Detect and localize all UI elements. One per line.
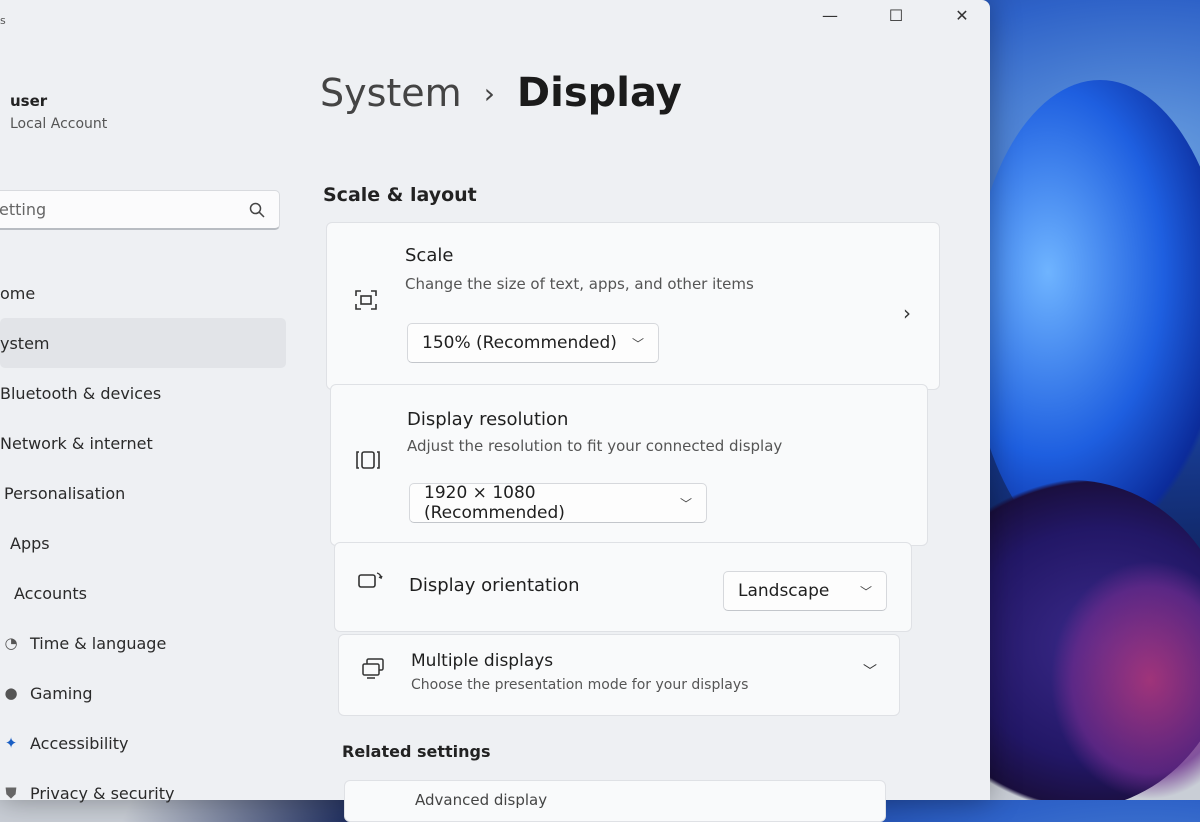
scale-icon [355, 290, 377, 310]
advanced-display-card[interactable]: Advanced display [344, 780, 886, 822]
section-title-scale-layout: Scale & layout [323, 184, 477, 206]
user-profile[interactable]: user Local Account [10, 92, 107, 132]
scale-card[interactable]: Scale Change the size of text, apps, and… [326, 222, 940, 390]
orientation-dropdown[interactable]: Landscape ﹀ [723, 571, 887, 611]
multiple-displays-icon [362, 658, 384, 679]
maximize-button[interactable]: ☐ [886, 6, 906, 25]
clock-icon: ◔ [4, 634, 18, 652]
close-button[interactable]: ✕ [952, 6, 972, 25]
chevron-right-icon: › [903, 301, 911, 325]
sidebar-item-label: Time & language [30, 633, 167, 653]
sidebar-item-bluetooth[interactable]: Bluetooth & devices [0, 368, 300, 418]
sidebar-item-home[interactable]: ome [0, 268, 300, 318]
scale-description: Change the size of text, apps, and other… [405, 275, 754, 293]
gamepad-icon: ● [4, 684, 18, 702]
sidebar-item-label: ystem [0, 333, 50, 353]
sidebar-item-time-language[interactable]: ◔ Time & language [0, 618, 300, 668]
scale-title: Scale [405, 245, 454, 266]
sidebar-item-label: Bluetooth & devices [0, 383, 162, 403]
account-type: Local Account [10, 116, 108, 132]
sidebar-item-accessibility[interactable]: ✦ Accessibility [0, 718, 300, 768]
multiple-displays-card[interactable]: Multiple displays Choose the presentatio… [338, 634, 900, 716]
sidebar-item-label: Personalisation [4, 483, 126, 503]
accessibility-icon: ✦ [4, 734, 18, 752]
sidebar-item-gaming[interactable]: ● Gaming [0, 668, 300, 718]
search-placeholder: etting [0, 200, 47, 219]
page-title: Display [516, 70, 682, 116]
chevron-down-icon: ﹀ [631, 336, 644, 351]
sidebar-item-apps[interactable]: Apps [0, 518, 300, 568]
window-controls: — ☐ ✕ [820, 6, 972, 25]
scale-value: 150% (Recommended) [422, 333, 617, 353]
multiple-displays-description: Choose the presentation mode for your di… [411, 677, 749, 693]
user-name: user [10, 92, 48, 110]
orientation-title: Display orientation [409, 575, 580, 596]
breadcrumb-separator-icon: › [483, 76, 495, 110]
sidebar-item-privacy[interactable]: ⛊ Privacy & security [0, 768, 300, 818]
sidebar-item-label: ome [0, 283, 36, 303]
breadcrumb: System › Display [320, 70, 682, 116]
settings-window: s — ☐ ✕ user Local Account etting ome ys… [0, 0, 990, 822]
related-settings-title: Related settings [342, 742, 491, 761]
chevron-down-icon[interactable]: ﹀ [863, 661, 877, 681]
sidebar-item-personalisation[interactable]: Personalisation [0, 468, 300, 518]
multiple-displays-title: Multiple displays [411, 651, 554, 671]
scale-dropdown[interactable]: 150% (Recommended) ﹀ [407, 323, 659, 363]
sidebar-item-system[interactable]: ystem [0, 318, 286, 368]
resolution-value: 1920 × 1080 (Recommended) [424, 483, 565, 523]
resolution-card: Display resolution Adjust the resolution… [330, 384, 928, 546]
chevron-down-icon: ﹀ [859, 584, 872, 599]
breadcrumb-parent[interactable]: System [320, 71, 462, 115]
sidebar-item-accounts[interactable]: Accounts [0, 568, 300, 618]
orientation-value: Landscape [738, 581, 830, 601]
orientation-icon [358, 572, 383, 588]
sidebar-nav: ome ystem Bluetooth & devices Network & … [0, 268, 300, 818]
resolution-dropdown[interactable]: 1920 × 1080 (Recommended) ﹀ [409, 483, 707, 523]
sidebar-item-network[interactable]: Network & internet [0, 418, 300, 468]
orientation-card: Display orientation Landscape ﹀ [334, 542, 912, 632]
sidebar-item-label: Accessibility [30, 733, 129, 753]
advanced-display-label: Advanced display [415, 791, 548, 809]
resolution-icon [356, 451, 380, 469]
app-title-fragment: s [0, 14, 6, 27]
sidebar-item-label: Accounts [14, 583, 87, 603]
sidebar-item-label: Apps [10, 533, 50, 553]
chevron-down-icon: ﹀ [679, 496, 692, 511]
resolution-description: Adjust the resolution to fit your connec… [407, 437, 783, 455]
resolution-title: Display resolution [407, 409, 569, 430]
shield-icon: ⛊ [5, 784, 17, 802]
sidebar-item-label: Gaming [30, 683, 93, 703]
search-input[interactable]: etting [0, 190, 280, 230]
sidebar-item-label: Network & internet [0, 433, 153, 453]
minimize-button[interactable]: — [820, 6, 840, 25]
search-icon [249, 202, 265, 218]
